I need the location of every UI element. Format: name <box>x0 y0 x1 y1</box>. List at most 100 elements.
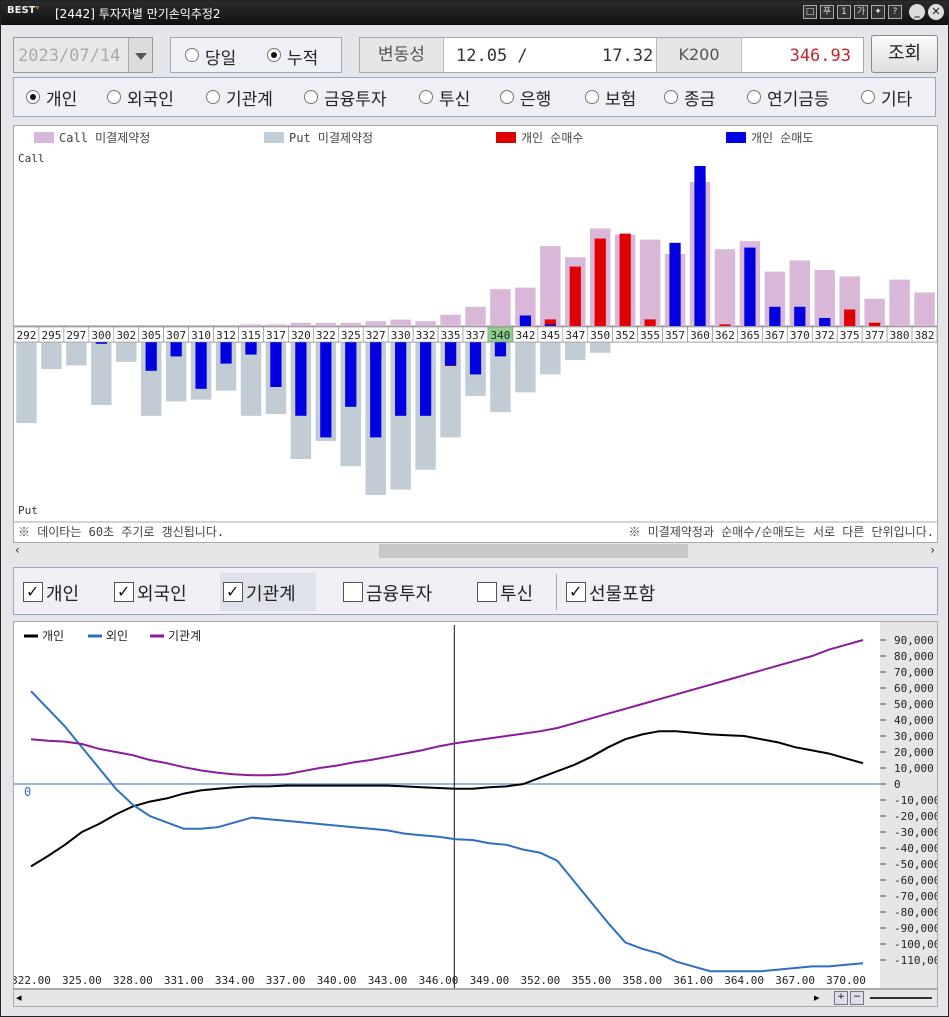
filter-checkbox-2[interactable] <box>223 582 243 602</box>
net-sell-bar <box>544 324 556 326</box>
scroll-right-icon[interactable]: ▸ <box>814 991 820 1004</box>
x-tick-label: 340.00 <box>317 974 357 987</box>
chevron-down-icon[interactable] <box>128 38 152 72</box>
volatility-panel: 변동성 12.05 / 17.32 K200 346.93 <box>359 37 864 73</box>
strike-label: 327 <box>366 329 386 342</box>
investor-radio-7[interactable] <box>664 90 678 104</box>
filter-label[interactable]: 선물포함 <box>589 580 655 606</box>
investor-radio-label[interactable]: 연기금등 <box>767 85 830 110</box>
chart-scrollbar[interactable]: ◂ ▸ + − <box>13 989 938 1007</box>
legend-label: 기관계 <box>168 629 201 643</box>
call-oi-bar <box>240 324 262 326</box>
filter-label[interactable]: 기관계 <box>246 580 296 606</box>
investor-radio-0[interactable] <box>26 90 40 104</box>
date-value: 2023/07/14 <box>18 46 121 66</box>
x-tick-label: 322.00 <box>14 974 51 987</box>
radio-cumulative[interactable] <box>267 48 281 62</box>
call-oi-bar <box>714 249 736 326</box>
scroll-left-icon[interactable]: ◂ <box>16 991 22 1004</box>
horizontal-scrollbar[interactable]: ‹ › <box>13 543 938 559</box>
radio-cumulative-label[interactable]: 누적 <box>287 44 318 69</box>
call-oi-bar <box>814 270 835 326</box>
zoom-slider[interactable] <box>870 997 932 999</box>
x-tick-label: 349.00 <box>470 974 510 987</box>
strike-label: 342 <box>515 329 535 342</box>
investor-radio-label[interactable]: 외국인 <box>127 85 174 110</box>
investor-radio-label[interactable]: 보험 <box>605 85 636 110</box>
investor-radio-6[interactable] <box>585 90 599 104</box>
scroll-left-icon[interactable]: ‹ <box>15 543 20 557</box>
investor-radio-label[interactable]: 기관계 <box>226 85 273 110</box>
radio-daily[interactable] <box>185 48 199 62</box>
series-line-1 <box>30 690 864 973</box>
date-picker[interactable]: 2023/07/14 <box>13 37 153 73</box>
investor-radio-label[interactable]: 은행 <box>520 85 551 110</box>
x-tick-label: 337.00 <box>266 974 306 987</box>
strike-label: 317 <box>266 329 286 342</box>
window-font-button[interactable]: 가 <box>854 5 868 19</box>
investor-radio-1[interactable] <box>107 90 121 104</box>
investor-radio-label[interactable]: 기타 <box>881 85 912 110</box>
investor-radio-5[interactable] <box>500 90 514 104</box>
y-tick-label: -80,000 <box>894 906 937 919</box>
y-tick-label: 30,000 <box>894 730 934 743</box>
filter-checkbox-5[interactable] <box>566 582 586 602</box>
strike-label: 330 <box>391 329 411 342</box>
filter-label[interactable]: 개인 <box>46 580 79 606</box>
filter-checkbox-1[interactable] <box>114 582 134 602</box>
net-sell-bar <box>494 342 507 357</box>
close-button[interactable]: ✕ <box>928 4 944 20</box>
investor-radio-2[interactable] <box>206 90 220 104</box>
investor-radio-label[interactable]: 종금 <box>684 85 715 110</box>
y-tick-label: -40,000 <box>894 842 937 855</box>
investor-radio-label[interactable]: 개인 <box>46 85 77 110</box>
net-buy-bar <box>594 238 606 326</box>
call-oi-bar <box>490 289 511 326</box>
filter-label[interactable]: 금융투자 <box>366 580 432 606</box>
strike-label: 297 <box>66 329 86 342</box>
zoom-in-icon[interactable]: + <box>834 991 848 1005</box>
strike-label: 350 <box>590 329 610 342</box>
filter-checkbox-4[interactable] <box>477 582 497 602</box>
x-tick-label: 352.00 <box>521 974 561 987</box>
scroll-thumb[interactable] <box>379 544 688 558</box>
put-oi-bar <box>590 342 611 353</box>
strike-label: 325 <box>341 329 361 342</box>
volatility-label: 변동성 <box>360 38 444 72</box>
x-tick-label: 325.00 <box>62 974 102 987</box>
filter-checkbox-3[interactable] <box>343 582 363 602</box>
strike-label: 340 <box>491 329 511 342</box>
window-box-button[interactable]: □ <box>803 5 817 19</box>
minimize-button[interactable]: _ <box>909 4 925 20</box>
window-tool-button[interactable]: ✦ <box>871 5 885 19</box>
filter-checkbox-0[interactable] <box>23 582 43 602</box>
strike-label: 292 <box>17 329 37 342</box>
strike-label: 360 <box>690 329 710 342</box>
filter-label[interactable]: 외국인 <box>137 580 187 606</box>
y-tick-label: -110,000 <box>894 954 937 967</box>
window-pin-button[interactable]: 푸 <box>820 5 834 19</box>
strike-label: 337 <box>466 329 486 342</box>
investor-radio-label[interactable]: 금융투자 <box>324 85 387 110</box>
radio-daily-label[interactable]: 당일 <box>205 44 236 69</box>
filter-label[interactable]: 투신 <box>500 580 533 606</box>
net-sell-bar <box>170 342 182 357</box>
investor-radio-9[interactable] <box>861 90 875 104</box>
strike-label: 310 <box>191 329 211 342</box>
call-oi-bar <box>415 321 436 326</box>
scroll-right-icon[interactable]: › <box>930 543 935 557</box>
query-button[interactable]: 조회 <box>871 35 938 73</box>
put-oi-bar <box>66 342 87 366</box>
strike-label: 375 <box>840 329 860 342</box>
y-tick-label: 20,000 <box>894 746 934 759</box>
zoom-out-icon[interactable]: − <box>850 991 864 1005</box>
help-button[interactable]: ? <box>888 5 902 19</box>
query-toolbar: 2023/07/14 당일 누적 변동성 12.05 / 17.32 K200 … <box>1 34 948 76</box>
investor-radio-4[interactable] <box>419 90 433 104</box>
investor-radio-8[interactable] <box>747 90 761 104</box>
investor-radio-label[interactable]: 투신 <box>439 85 470 110</box>
volatility-high: 17.32 <box>602 46 654 66</box>
call-axis-label: Call <box>18 152 45 165</box>
investor-radio-3[interactable] <box>304 90 318 104</box>
window-one-button[interactable]: 1 <box>837 5 851 19</box>
